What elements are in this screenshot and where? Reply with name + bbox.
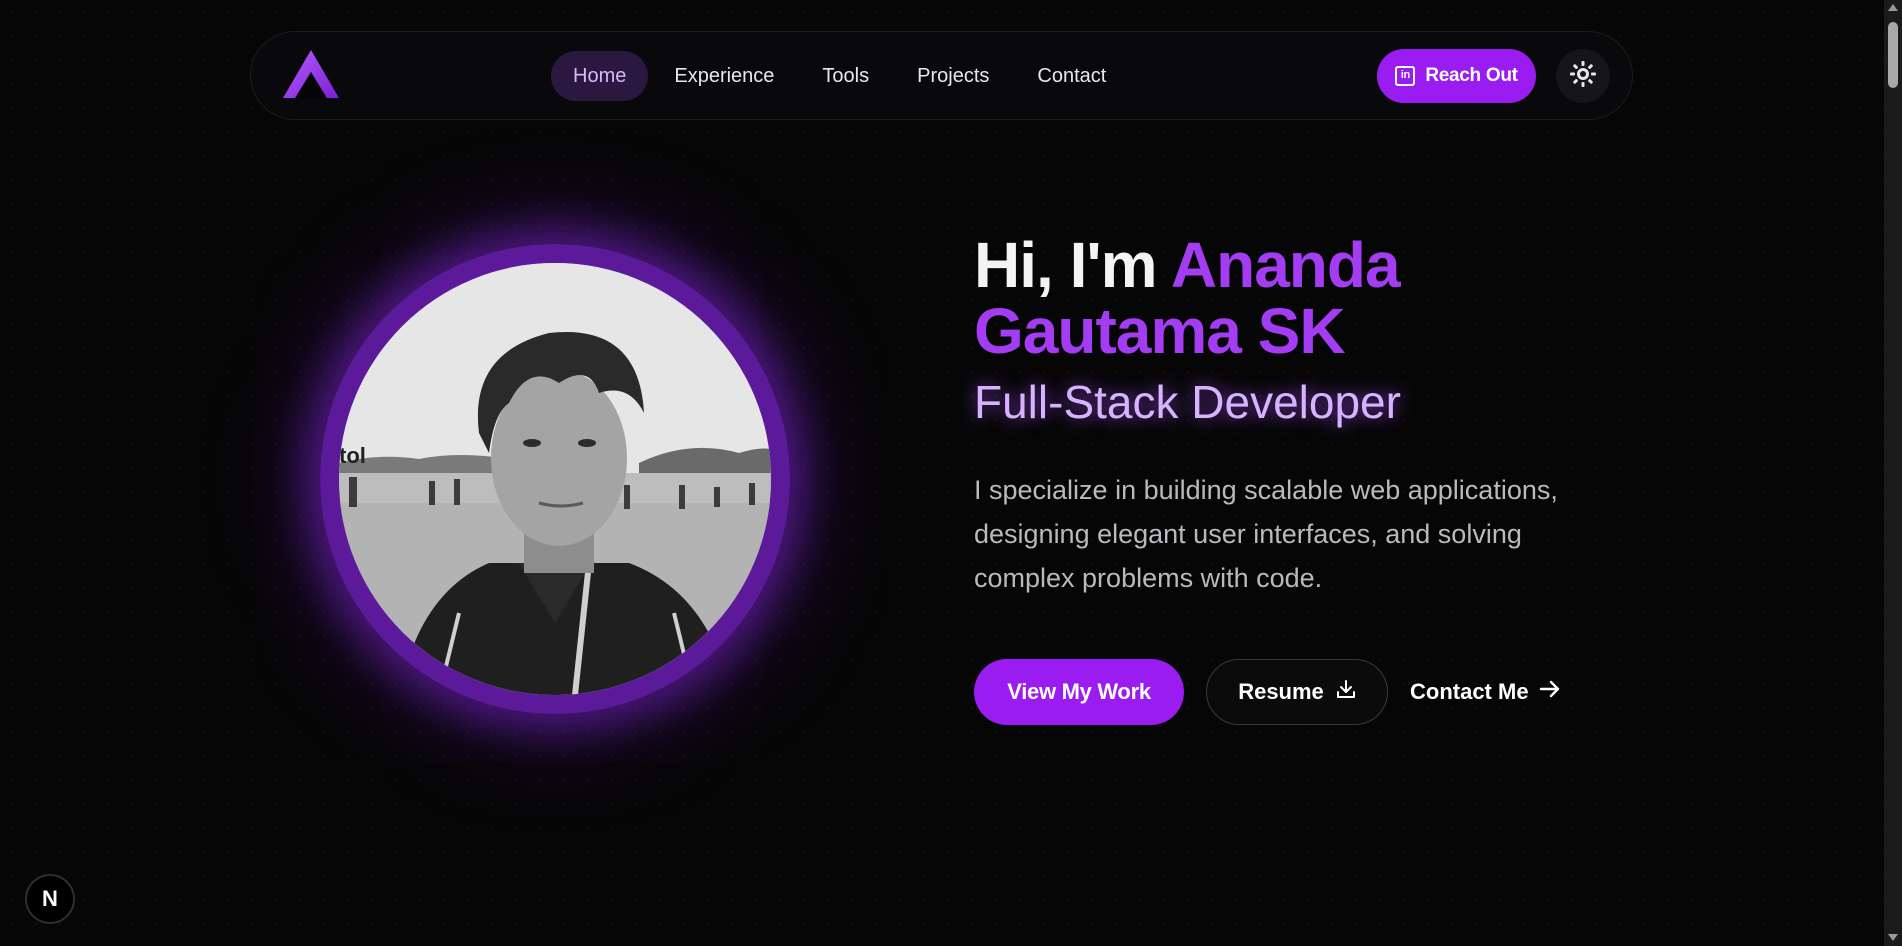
resume-button[interactable]: Resume [1206,659,1388,725]
profile-photo: tol [339,263,771,695]
linkedin-icon: in [1395,66,1416,86]
reach-out-label: Reach Out [1425,65,1518,86]
greeting-prefix: Hi, I'm [974,229,1157,301]
nav-link-home[interactable]: Home [551,51,649,101]
name-first: Ananda [1170,229,1401,301]
navbar: Home Experience Tools Projects Contact i… [250,31,1633,120]
nav-link-tools[interactable]: Tools [800,51,891,101]
scroll-down-arrow-icon[interactable] [1888,934,1898,941]
hero-heading: Hi, I'm Ananda Gautama SK [974,232,1614,364]
scrollbar-thumb[interactable] [1888,22,1898,88]
nextjs-dev-badge[interactable]: N [25,874,75,924]
nav-links: Home Experience Tools Projects Contact [551,51,1128,101]
download-icon [1336,679,1356,705]
nav-link-projects[interactable]: Projects [895,51,1011,101]
intro-text: I specialize in building scalable web ap… [974,475,1558,593]
nav-link-contact[interactable]: Contact [1015,51,1128,101]
contact-me-label: Contact Me [1410,679,1529,704]
role-title: Full-Stack Developer [974,376,1401,428]
reach-out-button[interactable]: in Reach Out [1377,49,1536,103]
view-my-work-button[interactable]: View My Work [974,659,1184,725]
svg-text:tol: tol [339,443,366,468]
logo-icon[interactable] [283,50,339,100]
arrow-right-icon [1539,679,1561,705]
nav-link-experience[interactable]: Experience [652,51,796,101]
hero-text: Hi, I'm Ananda Gautama SK Full-Stack Dev… [974,232,1614,600]
name-rest: Gautama SK [974,295,1346,367]
resume-label: Resume [1238,679,1324,704]
scroll-up-arrow-icon[interactable] [1888,4,1898,11]
theme-toggle-button[interactable] [1556,49,1610,103]
profile-photo-ring: tol [320,244,790,714]
cta-row: View My Work Resume Contact Me [974,659,1561,725]
contact-me-link[interactable]: Contact Me [1410,659,1561,725]
sun-icon [1570,60,1596,92]
scrollbar[interactable] [1884,0,1902,946]
